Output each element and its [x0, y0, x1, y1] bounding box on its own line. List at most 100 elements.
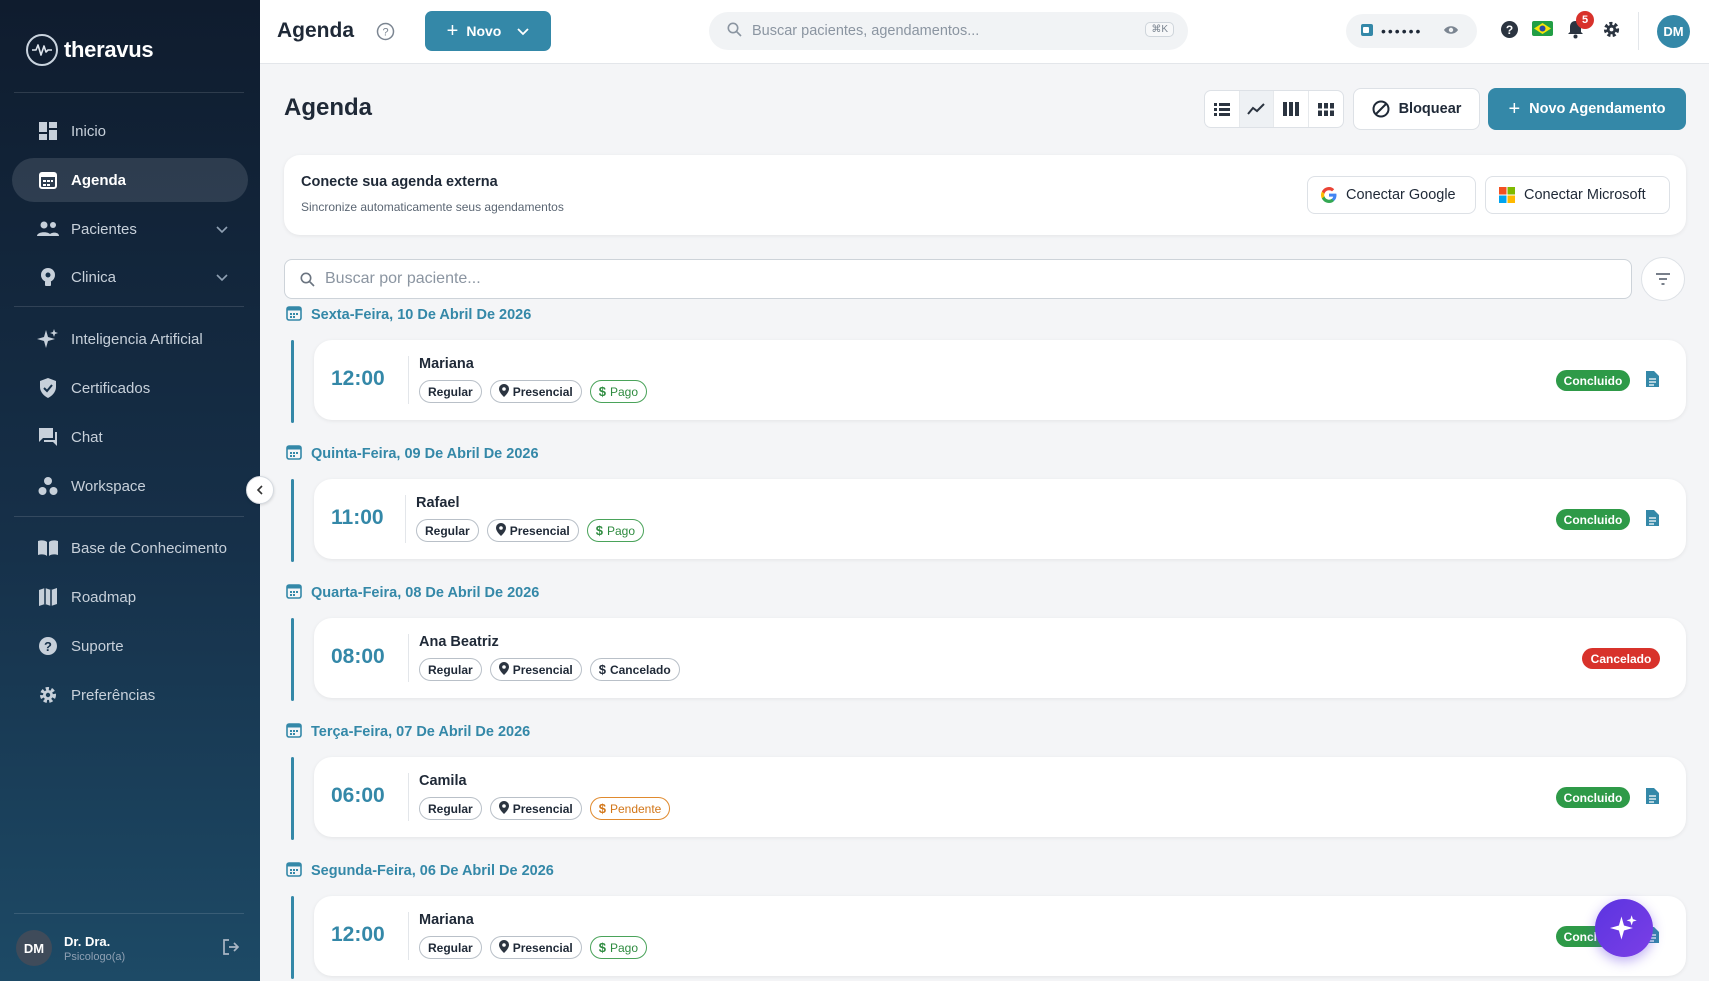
connect-subtitle: Sincronize automaticamente seus agendame…	[301, 200, 564, 214]
collapse-sidebar-button[interactable]	[246, 476, 274, 504]
connect-google-button[interactable]: Conectar Google	[1307, 176, 1476, 214]
brazil-flag-icon[interactable]	[1532, 21, 1553, 41]
sidebar-item-label: Suporte	[71, 637, 124, 655]
sidebar-divider	[14, 306, 244, 307]
location-pin-icon	[498, 939, 509, 956]
dollar-icon: $	[598, 384, 606, 399]
sidebar-item-label: Chat	[71, 428, 103, 446]
appointment-type-tag: Regular	[419, 936, 482, 959]
agenda-title: Agenda	[284, 94, 373, 121]
global-search-input[interactable]: Buscar pacientes, agendamentos... ⌘K	[709, 12, 1188, 50]
people-icon	[37, 218, 59, 240]
appointment-time: 06:00	[331, 784, 385, 807]
wallet-balance[interactable]: ••••••	[1346, 14, 1477, 48]
timeline-view-button[interactable]	[1239, 91, 1274, 127]
sidebar-item-label: Preferências	[71, 686, 156, 704]
sidebar-item-label: Roadmap	[71, 588, 137, 606]
appointment-type-tag: Regular	[419, 658, 482, 681]
timeline-line	[291, 757, 294, 840]
appointment-type-tag: Regular	[419, 380, 482, 403]
appointment-mode-label: Presencial	[512, 384, 573, 399]
patient-name[interactable]: Rafael	[416, 495, 460, 511]
sidebar-item-inteligencia-artificial[interactable]: Inteligencia Artificial	[12, 317, 248, 361]
top-bar: Agenda ? + Novo Buscar pacientes, agenda…	[260, 0, 1709, 64]
patient-search-input[interactable]: Buscar por paciente...	[284, 259, 1632, 299]
search-icon	[727, 22, 742, 41]
help-circle-icon[interactable]: ?	[376, 22, 395, 46]
list-view-button[interactable]	[1205, 91, 1240, 127]
day-header: Quinta-Feira, 09 De Abril De 2026	[286, 444, 539, 464]
svg-text:?: ?	[382, 27, 388, 39]
week-view-button[interactable]	[1274, 91, 1309, 127]
month-view-button[interactable]	[1309, 91, 1343, 127]
lightbulb-icon	[37, 266, 59, 288]
connect-microsoft-button[interactable]: Conectar Microsoft	[1485, 176, 1670, 214]
sidebar-item-clinica[interactable]: Clinica	[12, 255, 248, 299]
sidebar-item-preferencias[interactable]: Preferências	[12, 673, 248, 717]
appointment-divider	[408, 356, 409, 404]
payment-status-tag: $ Pago	[589, 380, 647, 403]
appointment-card[interactable]: 08:00 Ana Beatriz Regular Presencial $ Cancel…	[314, 618, 1686, 698]
location-pin-icon	[498, 800, 509, 817]
new-appointment-label: Novo Agendamento	[1529, 101, 1666, 117]
location-pin-icon	[498, 661, 509, 678]
user-profile[interactable]: DM Dr. Dra. Psicologo(a)	[16, 928, 246, 968]
ai-assistant-button[interactable]	[1595, 899, 1653, 957]
filter-button[interactable]	[1641, 257, 1685, 301]
appointment-mode-tag: Presencial	[489, 936, 582, 959]
appointment-time: 11:00	[331, 506, 384, 529]
document-icon[interactable]	[1645, 370, 1660, 393]
new-button[interactable]: + Novo	[425, 11, 551, 51]
block-time-button[interactable]: Bloquear	[1353, 88, 1480, 130]
sidebar-item-pacientes[interactable]: Pacientes	[12, 207, 248, 251]
plus-icon: +	[1508, 98, 1521, 120]
settings-gear-icon[interactable]	[1602, 20, 1621, 44]
sidebar-item-chat[interactable]: Chat	[12, 415, 248, 459]
day-header-label: Sexta-Feira, 10 De Abril De 2026	[311, 307, 532, 323]
logo-wave-icon	[26, 34, 58, 66]
location-pin-icon	[498, 383, 509, 400]
patient-name[interactable]: Mariana	[419, 356, 474, 372]
payment-status-tag: $ Pendente	[589, 797, 671, 820]
day-header: Terça-Feira, 07 De Abril De 2026	[286, 722, 530, 742]
patient-name[interactable]: Mariana	[419, 912, 474, 928]
sidebar-item-certificados[interactable]: Certificados	[12, 366, 248, 410]
appointment-divider	[408, 912, 409, 960]
appointment-card[interactable]: 11:00 Rafael Regular Presencial $ Pago Conclui…	[314, 479, 1686, 559]
book-icon	[37, 537, 59, 559]
appointment-card[interactable]: 12:00 Mariana Regular Presencial $ Pago Conclu…	[314, 896, 1686, 976]
payment-status-label: Pendente	[609, 801, 662, 816]
document-icon[interactable]	[1645, 787, 1660, 810]
new-appointment-button[interactable]: + Novo Agendamento	[1488, 88, 1686, 130]
day-header-label: Segunda-Feira, 06 De Abril De 2026	[311, 863, 554, 879]
sidebar-item-inicio[interactable]: Inicio	[12, 109, 248, 153]
logout-icon[interactable]	[222, 938, 240, 961]
timeline-line	[291, 479, 294, 562]
sidebar-item-base-de-conhecimento[interactable]: Base de Conhecimento	[12, 526, 248, 570]
eye-icon[interactable]	[1443, 23, 1459, 39]
app-logo[interactable]: theravus	[26, 34, 154, 66]
appointment-card[interactable]: 06:00 Camila Regular Presencial $ Pendente Con…	[314, 757, 1686, 837]
sidebar-item-workspace[interactable]: Workspace	[12, 464, 248, 508]
patient-name[interactable]: Camila	[419, 773, 467, 789]
appointment-mode-tag: Presencial	[489, 797, 582, 820]
document-icon[interactable]	[1645, 509, 1660, 532]
patient-name[interactable]: Ana Beatriz	[419, 634, 499, 650]
sidebar-item-suporte[interactable]: ? Suporte	[12, 624, 248, 668]
appointment-status-badge: Cancelado	[1582, 648, 1660, 669]
support-icon[interactable]: ?	[1500, 20, 1519, 44]
day-header: Quarta-Feira, 08 De Abril De 2026	[286, 583, 539, 603]
filter-icon	[1656, 273, 1670, 285]
sidebar-item-roadmap[interactable]: Roadmap	[12, 575, 248, 619]
appointment-card[interactable]: 12:00 Mariana Regular Presencial $ Pago Conclu…	[314, 340, 1686, 420]
avatar: DM	[16, 930, 52, 966]
appointment-type-label: Regular	[428, 384, 473, 399]
sidebar-item-agenda[interactable]: Agenda	[12, 158, 248, 202]
patient-search-placeholder: Buscar por paciente...	[325, 270, 481, 287]
chevron-down-icon	[517, 23, 529, 39]
appointment-mode-tag: Presencial	[486, 519, 579, 542]
appointment-time: 08:00	[331, 645, 385, 668]
avatar[interactable]: DM	[1657, 15, 1690, 48]
appointment-type-label: Regular	[428, 662, 473, 677]
appointment-mode-label: Presencial	[512, 662, 573, 677]
